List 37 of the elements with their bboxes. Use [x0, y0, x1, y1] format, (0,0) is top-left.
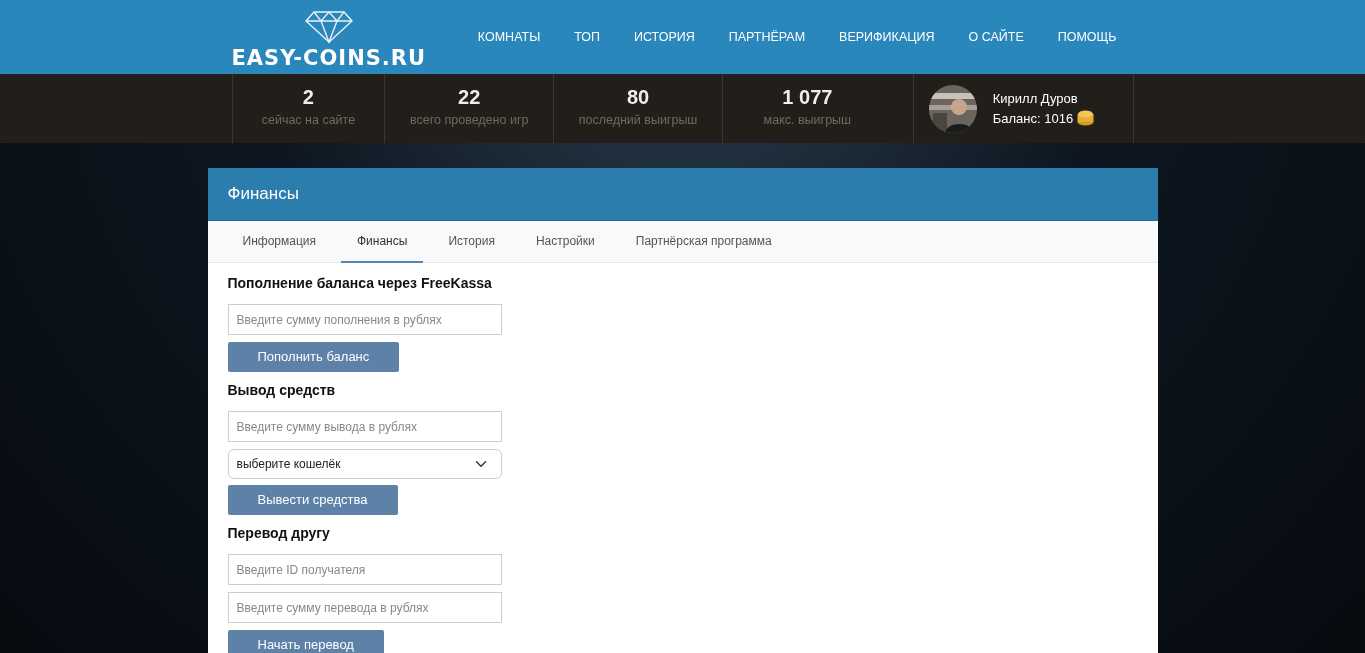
- stat-label: всего проведено игр: [410, 112, 529, 130]
- balance-text: Баланс: 1016: [992, 109, 1074, 128]
- tab[interactable]: Настройки: [519, 221, 611, 263]
- input-field[interactable]: Введите ID получателя: [227, 554, 502, 585]
- stat-value: 80: [626, 87, 650, 108]
- tab[interactable]: Информация: [226, 221, 332, 263]
- tab[interactable]: Финансы: [341, 221, 424, 263]
- nav-link[interactable]: ПАРТНЁРАМ: [711, 27, 823, 47]
- stat-label: последний выигрыш: [578, 112, 698, 130]
- wallet-select[interactable]: выберите кошелёк: [227, 449, 502, 479]
- nav-link[interactable]: ТОП: [557, 27, 617, 47]
- tab[interactable]: Партнёрская программа: [619, 221, 788, 263]
- diamond-icon: [303, 9, 354, 44]
- input-field[interactable]: Введите сумму перевода в рублях: [227, 592, 502, 623]
- nav-link[interactable]: О САЙТЕ: [951, 27, 1041, 47]
- stat-value: 2: [302, 87, 314, 108]
- input-field[interactable]: Введите сумму вывода в рублях: [227, 411, 502, 442]
- stat-value: 1 077: [782, 87, 833, 108]
- nav-link[interactable]: ВЕРИФИКАЦИЯ: [822, 27, 952, 47]
- tab[interactable]: История: [432, 221, 511, 263]
- section-heading: Пополнение баланса через FreeKassa: [227, 274, 493, 293]
- coins-icon: [1077, 110, 1095, 127]
- nav-link[interactable]: ИСТОРИЯ: [617, 27, 712, 47]
- panel-header: Финансы: [207, 168, 1158, 221]
- action-button[interactable]: Пополнить баланс: [227, 342, 400, 372]
- stat-value: 22: [458, 87, 481, 108]
- action-button[interactable]: Начать перевод: [227, 630, 384, 653]
- action-button[interactable]: Вывести средства: [227, 485, 398, 515]
- logo-link[interactable]: EASY-COINS.RU: [231, 47, 427, 69]
- input-field[interactable]: Введите сумму пополнения в рублях: [227, 304, 502, 335]
- stat-label: макс. выигрыш: [763, 112, 852, 130]
- nav-link[interactable]: ПОМОЩЬ: [1040, 27, 1134, 47]
- nav-link[interactable]: КОМНАТЫ: [460, 27, 558, 47]
- user-name: Кирилл Дуров: [992, 90, 1079, 108]
- stat-label: сейчас на сайте: [261, 112, 356, 130]
- section-heading: Вывод средств: [227, 381, 337, 400]
- section-heading: Перевод другу: [227, 524, 331, 543]
